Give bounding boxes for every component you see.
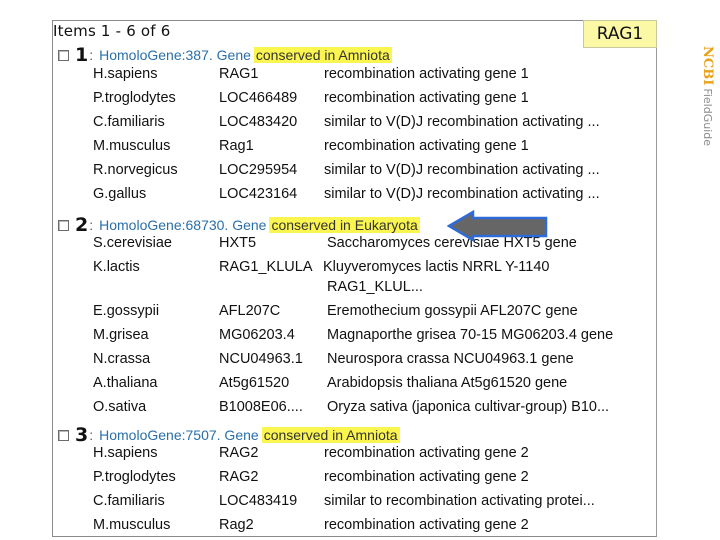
gene-symbol-link[interactable]: HXT5	[219, 235, 256, 251]
group-1-header: 1 : HomoloGene:387. Gene conserved in Am…	[58, 44, 392, 66]
ncbi-logo-text: NCBI	[700, 46, 715, 86]
description-cell: Oryza sativa (japonica cultivar-group) B…	[327, 399, 610, 415]
description-cell: Arabidopsis thaliana At5g61520 gene	[327, 375, 568, 391]
description-cell: recombination activating gene 1	[324, 90, 529, 106]
gene-symbol-link[interactable]: B1008E06....	[219, 399, 303, 415]
description-cell: Magnaporthe grisea 70-15 MG06203.4 gene	[327, 327, 614, 343]
gene-symbol-link[interactable]: LOC466489	[219, 90, 297, 106]
group-1-number: 1	[75, 44, 89, 66]
gene-symbol-link[interactable]: At5g61520	[219, 375, 289, 391]
species-cell: P.troglodytes	[93, 469, 176, 485]
gene-symbol-link[interactable]: Rag2	[219, 517, 254, 533]
description-cell: recombination activating gene 2	[324, 445, 529, 461]
species-cell: G.gallus	[93, 186, 147, 202]
group-2-number: 2	[75, 214, 89, 236]
gene-symbol-link[interactable]: MG06203.4	[219, 327, 295, 343]
species-cell: C.familiaris	[93, 114, 165, 130]
description-cell: similar to V(D)J recombination activatin…	[324, 162, 600, 178]
species-cell: K.lactis	[93, 259, 140, 275]
species-cell: M.grisea	[93, 327, 149, 343]
annotation-arrow-icon	[447, 210, 548, 242]
species-cell: P.troglodytes	[93, 90, 176, 106]
gene-symbol-link[interactable]: RAG2	[219, 469, 259, 485]
group-3-number: 3	[75, 424, 89, 446]
species-cell: H.sapiens	[93, 66, 158, 82]
species-cell: M.musculus	[93, 517, 171, 533]
group-2-homologene-link[interactable]: HomoloGene:68730. Gene	[99, 217, 266, 233]
ncbi-fieldguide-logo: NCBI FieldGuide	[697, 46, 717, 166]
group-3-header: 3 : HomoloGene:7507. Gene conserved in A…	[58, 424, 400, 446]
gene-symbol-link[interactable]: LOC483419	[219, 493, 297, 509]
fieldguide-text: FieldGuide	[701, 88, 714, 147]
description-cell: recombination activating gene 2	[324, 469, 529, 485]
gene-symbol-link[interactable]: NCU04963.1	[219, 351, 303, 367]
species-cell: A.thaliana	[93, 375, 158, 391]
gene-symbol-link[interactable]: RAG1_KLULA	[219, 259, 313, 275]
group-2-header: 2 : HomoloGene:68730. Gene conserved in …	[58, 214, 420, 236]
group-1-conservation-highlight: conserved in Amniota	[253, 47, 392, 63]
gene-symbol-link[interactable]: LOC423164	[219, 186, 297, 202]
species-cell: S.cerevisiae	[93, 235, 172, 251]
description-cell: recombination activating gene 2	[324, 517, 529, 533]
gene-symbol-link[interactable]: LOC295954	[219, 162, 297, 178]
species-cell: H.sapiens	[93, 445, 158, 461]
gene-symbol-link[interactable]: RAG1	[219, 66, 259, 82]
group-3-homologene-link[interactable]: HomoloGene:7507. Gene	[99, 427, 259, 443]
species-cell: N.crassa	[93, 351, 151, 367]
description-cell: similar to V(D)J recombination activatin…	[324, 186, 600, 202]
description-cell-continued: RAG1_KLUL...	[327, 279, 423, 295]
items-count: Items 1 - 6 of 6	[53, 22, 171, 40]
group-3-checkbox[interactable]	[58, 429, 69, 441]
group-2-checkbox[interactable]	[58, 219, 69, 231]
gene-symbol-link[interactable]: RAG2	[219, 445, 259, 461]
gene-symbol-link[interactable]: Rag1	[219, 138, 254, 154]
species-cell: R.norvegicus	[93, 162, 178, 178]
description-cell: similar to V(D)J recombination activatin…	[324, 114, 600, 130]
group-2-conservation-highlight: conserved in Eukaryota	[269, 217, 420, 233]
query-tag: RAG1	[583, 20, 657, 48]
description-cell: Kluyveromyces lactis NRRL Y-1140	[323, 259, 550, 275]
description-cell: similar to recombination activating prot…	[324, 493, 595, 509]
group-1-checkbox[interactable]	[58, 49, 69, 61]
species-cell: C.familiaris	[93, 493, 165, 509]
description-cell: Eremothecium gossypii AFL207C gene	[327, 303, 578, 319]
description-cell: recombination activating gene 1	[324, 138, 529, 154]
description-cell: recombination activating gene 1	[324, 66, 529, 82]
description-cell: Neurospora crassa NCU04963.1 gene	[327, 351, 574, 367]
species-cell: M.musculus	[93, 138, 171, 154]
group-1-homologene-link[interactable]: HomoloGene:387. Gene	[99, 47, 251, 63]
group-3-conservation-highlight: conserved in Amniota	[261, 427, 400, 443]
gene-symbol-link[interactable]: AFL207C	[219, 303, 280, 319]
species-cell: O.sativa	[93, 399, 147, 415]
gene-symbol-link[interactable]: LOC483420	[219, 114, 297, 130]
species-cell: E.gossypii	[93, 303, 160, 319]
